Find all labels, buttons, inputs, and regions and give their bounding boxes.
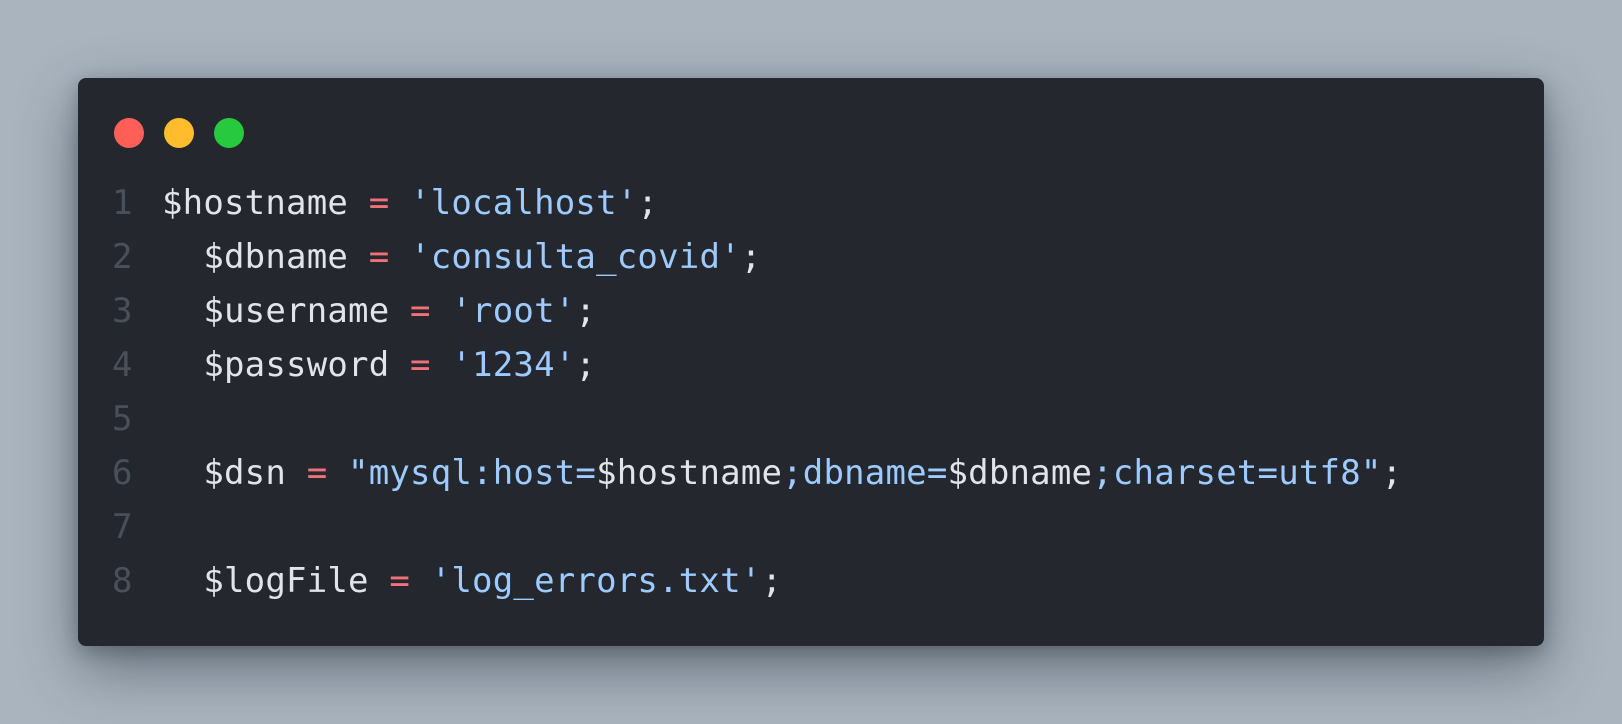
line-number: 3 [112,291,133,331]
operator: = [368,183,390,223]
operator: = [410,291,431,331]
variable: $password [203,345,390,385]
code-line: 3 $username = 'root'; [112,284,1524,338]
operator: = [389,561,411,601]
line-number: 2 [112,237,133,277]
window-controls [114,118,244,148]
string-literal: ;charset=utf8" [1092,453,1382,493]
line-number: 7 [112,507,133,547]
operator: = [306,453,328,493]
string-literal: '1234' [451,345,576,385]
string-literal: ;dbname= [782,453,948,493]
maximize-button[interactable] [214,118,244,148]
code-line: 6 $dsn = "mysql:host=$hostname;dbname=$d… [112,446,1524,500]
variable: $username [203,291,390,331]
string-literal: 'consulta_covid' [410,237,741,277]
code-block: 1 $hostname = 'localhost'; 2 $dbname = '… [112,176,1524,608]
code-line: 5 [112,392,1524,446]
minimize-button[interactable] [164,118,194,148]
line-number: 5 [112,399,133,439]
string-literal: 'log_errors.txt' [430,561,762,601]
code-line: 8 $logFile = 'log_errors.txt'; [112,554,1524,608]
string-literal: "mysql:host= [348,453,597,493]
code-line: 1 $hostname = 'localhost'; [112,176,1524,230]
string-literal: 'root' [451,291,576,331]
code-line: 2 $dbname = 'consulta_covid'; [112,230,1524,284]
line-number: 1 [112,183,133,223]
variable: $dsn [203,453,287,493]
variable: $hostname [162,183,349,223]
interpolated-variable: $hostname [596,453,783,493]
line-number: 8 [112,561,133,601]
code-line: 4 $password = '1234'; [112,338,1524,392]
code-window: 1 $hostname = 'localhost'; 2 $dbname = '… [78,78,1544,646]
variable: $dbname [203,237,349,277]
operator: = [410,345,431,385]
operator: = [368,237,390,277]
variable: $logFile [203,561,369,601]
code-line: 7 [112,500,1524,554]
line-number: 6 [112,453,133,493]
line-number: 4 [112,345,133,385]
close-button[interactable] [114,118,144,148]
interpolated-variable: $dbname [947,453,1093,493]
string-literal: 'localhost' [410,183,638,223]
